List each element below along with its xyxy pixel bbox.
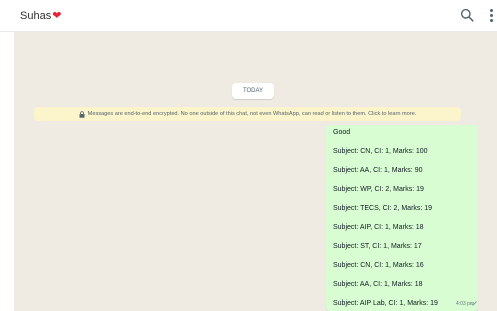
message-line: Subject: AIP Lab, CI: 1, Marks: 19: [333, 300, 438, 307]
encryption-notice[interactable]: Messages are end-to-end encrypted. No on…: [34, 107, 461, 121]
single-tick-icon: [471, 301, 477, 306]
lock-icon: [79, 110, 85, 118]
message-line: Subject: ST, CI: 1, Marks: 17: [333, 243, 422, 250]
outgoing-message-bubble[interactable]: Good Subject: CN, CI: 1, Marks: 100 Subj…: [326, 125, 478, 311]
message-line: Subject: AIP, CI: 1, Marks: 18: [333, 224, 424, 231]
encryption-notice-text: Messages are end-to-end encrypted. No on…: [87, 111, 417, 117]
message-line: Subject: AA, CI: 1, Marks: 18: [333, 281, 423, 288]
message-line: Good: [333, 129, 351, 136]
heart-emoji: ❤: [52, 10, 62, 22]
message-line: Subject: CN, CI: 1, Marks: 100: [333, 148, 428, 155]
chat-panel: TODAY Messages are end-to-end encrypted.…: [14, 32, 497, 311]
message-line: Subject: WP, CI: 2, Marks: 19: [333, 186, 424, 193]
more-vertical-icon[interactable]: [488, 8, 494, 24]
message-line: Subject: TECS, CI: 2, Marks: 19: [333, 205, 433, 212]
message-line: Subject: AA, CI: 1, Marks: 90: [333, 167, 423, 174]
message-line: Subject: CN, CI: 1, Marks: 16: [333, 262, 424, 269]
search-icon[interactable]: [460, 8, 474, 22]
date-divider: TODAY: [232, 83, 274, 99]
contact-name[interactable]: Suhas: [20, 10, 51, 22]
chat-header: Suhas ❤: [0, 0, 497, 32]
